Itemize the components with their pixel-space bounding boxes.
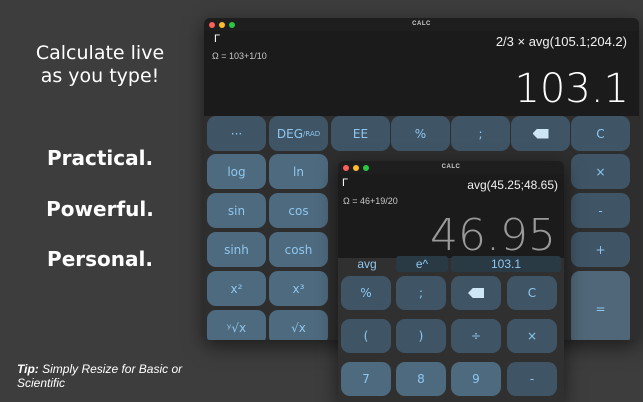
gamma-icon[interactable]: Γ	[214, 33, 220, 45]
minus-button[interactable]: -	[571, 193, 630, 228]
deg-rad-toggle-button[interactable]: DEG/RAD	[269, 116, 328, 151]
tip-body: Simply Resize for Basic or Scientific	[17, 362, 183, 390]
multiply-button[interactable]: ×	[571, 154, 630, 189]
backspace-icon	[468, 288, 484, 298]
window-title: CALC	[412, 21, 431, 27]
ee-button[interactable]: EE	[331, 116, 390, 151]
calculator-display: Γ avg(45.25;48.65) Ω = 46+19/20 46.95	[338, 174, 564, 261]
backspace-button[interactable]	[451, 276, 501, 310]
cube-button[interactable]: x³	[269, 271, 328, 306]
tip-text: Tip: Simply Resize for Basic or Scientif…	[17, 362, 200, 390]
marketing-panel: Calculate live as you type! Practical. P…	[0, 0, 200, 402]
backspace-button[interactable]	[511, 116, 570, 151]
more-functions-button[interactable]: ···	[207, 116, 266, 151]
open-paren-button[interactable]: (	[341, 319, 391, 353]
sinh-button[interactable]: sinh	[207, 232, 266, 267]
basic-calculator-window: CALC Γ avg(45.25;48.65) Ω = 46+19/20 46.…	[338, 161, 564, 402]
window-title: CALC	[441, 164, 461, 170]
percent-button[interactable]: %	[391, 116, 450, 151]
square-button[interactable]: x²	[207, 271, 266, 306]
result-value: 46.95	[430, 210, 556, 261]
title-bar[interactable]: CALC	[204, 18, 639, 31]
previous-result[interactable]: Ω = 103+1/10	[212, 51, 267, 61]
seven-button[interactable]: 7	[341, 362, 391, 396]
tagline-practical: Practical.	[46, 146, 154, 170]
percent-button[interactable]: %	[341, 276, 391, 310]
memory-avg-button[interactable]: avg	[341, 256, 393, 272]
clear-button[interactable]: C	[507, 276, 557, 310]
eight-button[interactable]: 8	[396, 362, 446, 396]
log-button[interactable]: log	[207, 154, 266, 189]
clear-button[interactable]: C	[571, 116, 630, 151]
semicolon-button[interactable]: ;	[396, 276, 446, 310]
square-root-button[interactable]: √x	[269, 310, 328, 340]
close-paren-button[interactable]: )	[396, 319, 446, 353]
gamma-icon[interactable]: Γ	[342, 177, 348, 189]
memory-row: avg e^ 103.1	[338, 256, 564, 272]
headline-line-2: as you type!	[40, 65, 160, 87]
equals-button[interactable]: =	[571, 271, 630, 340]
headline-line-1: Calculate live	[35, 42, 165, 64]
nth-root-button[interactable]: ʸ√x	[207, 310, 266, 340]
tip-label: Tip:	[17, 362, 39, 376]
expression-input[interactable]: avg(45.25;48.65)	[467, 178, 558, 192]
headline: Calculate live as you type!	[18, 42, 182, 88]
memory-value-button[interactable]: 103.1	[451, 256, 561, 272]
semicolon-button[interactable]: ;	[451, 116, 510, 151]
divide-button[interactable]: ÷	[451, 319, 501, 353]
ln-button[interactable]: ln	[269, 154, 328, 189]
basic-keypad: % ; C ( ) ÷ × 7 8 9 -	[338, 276, 564, 402]
deg-label: DEG	[276, 126, 303, 141]
expression-input[interactable]: 2/3 × avg(105.1;204.2)	[496, 34, 627, 49]
tagline-powerful: Powerful.	[46, 197, 154, 221]
previous-result[interactable]: Ω = 46+19/20	[343, 196, 398, 206]
cos-button[interactable]: cos	[269, 193, 328, 228]
title-bar[interactable]: CALC	[338, 161, 564, 174]
multiply-button[interactable]: ×	[507, 319, 557, 353]
backspace-icon	[532, 128, 549, 139]
nine-button[interactable]: 9	[451, 362, 501, 396]
plus-button[interactable]: +	[571, 232, 630, 267]
sin-button[interactable]: sin	[207, 193, 266, 228]
rad-label: /RAD	[303, 129, 321, 138]
result-value: 103.1	[514, 66, 629, 112]
memory-exp-button[interactable]: e^	[396, 256, 448, 272]
cosh-button[interactable]: cosh	[269, 232, 328, 267]
tagline-personal: Personal.	[47, 247, 153, 271]
minus-button[interactable]: -	[507, 362, 557, 396]
calculator-display: Γ 2/3 × avg(105.1;204.2) Ω = 103+1/10 10…	[204, 31, 639, 116]
